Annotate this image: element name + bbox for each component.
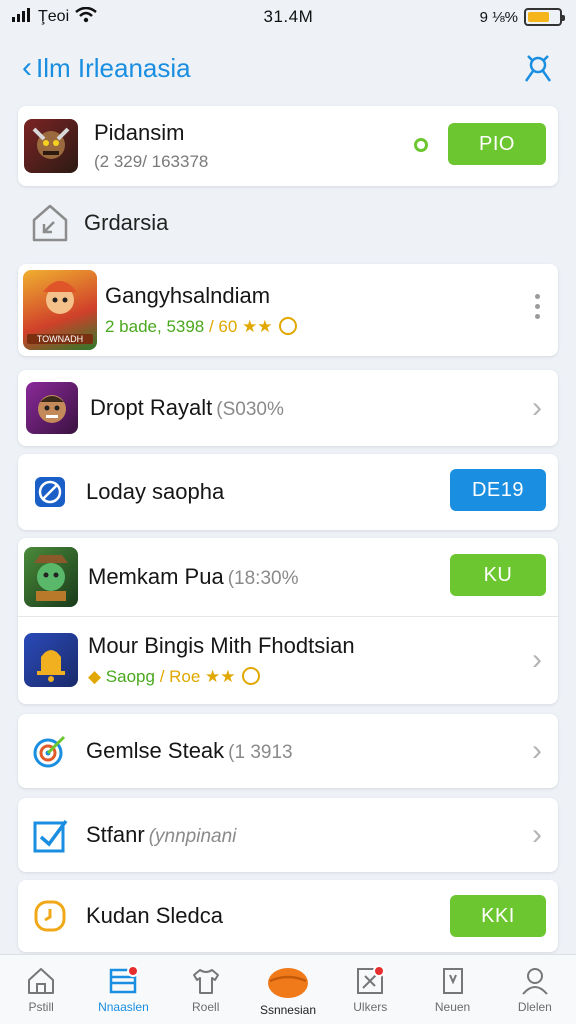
featured-card[interactable]: TOWNADH Gangyhsalndiam 2 bade, 5398 / 60… [18, 264, 558, 356]
list-item-title: Mour Bingis Mith Fhodtsian [88, 633, 355, 658]
top-card-subtitle: (2 329/ 163378 [94, 152, 209, 171]
list-item-button[interactable]: KKI [450, 895, 546, 937]
tab-label: Ulkers [353, 999, 388, 1014]
chevron-right-icon: › [532, 734, 542, 767]
home-icon [28, 967, 55, 994]
list-item[interactable]: Stfanr (ynnpinani › [18, 798, 558, 872]
target-icon [30, 731, 70, 771]
tab-profile[interactable]: Dlelen [494, 955, 576, 1024]
book-icon [442, 967, 463, 994]
status-right: 9 ⅛% [479, 8, 565, 26]
user-icon [522, 967, 548, 995]
coin-icon [279, 317, 298, 335]
top-card-title: Pidansim [94, 120, 185, 145]
list-item-meta: (1 3913 [228, 742, 293, 763]
status-bar: Ţeoi 31.4M 9 ⅛% [0, 0, 576, 34]
carrier-name: Ţeoi [38, 8, 70, 25]
list-item[interactable]: Loday saopha DE19 [18, 454, 558, 530]
featured-title: Gangyhsalndiam [105, 283, 271, 308]
featured-banner-text: TOWNADH [27, 334, 93, 344]
chevron-right-icon: › [532, 818, 542, 851]
top-card[interactable]: Pidansim (2 329/ 163378 PIO [18, 106, 558, 186]
list-item-button[interactable]: DE19 [450, 469, 546, 511]
tab-bar: Pstill Nnaaslen Roell Ssnnesian Ulkers N… [0, 954, 576, 1024]
section-title: Grdarsia [84, 210, 169, 235]
nav-title: Ilm Irleanasia [36, 52, 191, 83]
home-icon [32, 204, 68, 242]
list-item[interactable]: Kudan Sledca KKI [18, 880, 558, 952]
battery-percent: 9 ⅛% [479, 8, 518, 26]
app-icon-hero: TOWNADH [23, 270, 97, 350]
clock-icon [30, 896, 70, 936]
app-icon-bell [24, 633, 78, 687]
list-item-title: Dropt Rayalt [90, 395, 213, 420]
tab-label: Neuen [434, 999, 471, 1014]
list-item-meta: (S030% [216, 399, 284, 420]
section-header: Grdarsia [30, 202, 168, 244]
list-item-title: Gemlse Steak [86, 738, 225, 763]
featured-meta-rating: / 60 ★★ [204, 317, 273, 336]
chevron-right-icon: › [532, 391, 542, 424]
list-item-meta: ◆ Saopg / Roe ★★ [88, 667, 355, 687]
more-vertical-icon[interactable] [535, 294, 540, 319]
battery-icon [523, 8, 565, 26]
list-item-title: Loday saopha [86, 479, 225, 504]
list-item-button[interactable]: KU [450, 554, 546, 596]
wifi-icon [75, 6, 97, 28]
coin-icon [242, 667, 261, 685]
list-item-meta: (18:30% [227, 568, 299, 589]
tab-label: Pstill [28, 999, 54, 1014]
person-icon [524, 55, 552, 82]
tab-label: Nnaaslen [98, 999, 149, 1014]
list-item-meta-green: Saopg [105, 667, 155, 686]
top-card-button[interactable]: PIO [448, 123, 546, 165]
tab-label: Ssnnesian [259, 1002, 316, 1017]
list-item-title: Stfanr [86, 822, 145, 847]
orange-ball-icon [267, 967, 308, 998]
tab-label: Dlelen [517, 999, 552, 1014]
tab-center[interactable]: Ssnnesian [247, 955, 329, 1024]
list-item-title: Kudan Sledca [86, 903, 223, 928]
list-item[interactable]: Dropt Rayalt (S030% › [18, 370, 558, 446]
status-left: Ţeoi [12, 6, 97, 28]
tab-book[interactable]: Neuen [411, 955, 493, 1024]
list-item[interactable]: Mour Bingis Mith Fhodtsian ◆ Saopg / Roe… [18, 616, 558, 704]
nav-bar: ‹ Ilm Irleanasia [0, 40, 576, 96]
tab-label: Roell [192, 999, 220, 1014]
status-dot-icon [414, 138, 428, 152]
list-item[interactable]: Memkam Pua (18:30% KU [18, 538, 558, 616]
tab-shirt[interactable]: Roell [165, 955, 247, 1024]
chevron-right-icon: › [532, 643, 542, 676]
featured-meta: 2 bade, 5398 / 60 ★★ [105, 317, 298, 337]
list-item-meta-rating: / Roe ★★ [154, 667, 236, 686]
signal-icon [12, 7, 32, 27]
list-item-title: Memkam Pua [88, 564, 224, 589]
chevron-left-icon: ‹ [22, 51, 32, 84]
featured-meta-green: 2 bade, 5398 [105, 317, 205, 336]
profile-button[interactable] [522, 52, 554, 84]
list-item-meta: (ynnpinani [148, 826, 237, 847]
app-icon-character [26, 382, 78, 434]
back-button[interactable]: ‹ Ilm Irleanasia [22, 53, 191, 84]
tab-home[interactable]: Pstill [0, 955, 82, 1024]
app-icon-goblin [24, 547, 78, 607]
grouped-card: Memkam Pua (18:30% KU Mour Bingis Mith Fh… [18, 538, 558, 704]
app-icon-warrior [24, 119, 78, 173]
compass-icon [30, 472, 70, 512]
shirt-icon [192, 968, 219, 994]
notification-badge [126, 965, 139, 977]
list-item[interactable]: Gemlse Steak (1 3913 › [18, 714, 558, 788]
status-time: 31.4M [263, 7, 314, 26]
tab-tools[interactable]: Ulkers [329, 955, 411, 1024]
tab-list[interactable]: Nnaaslen [82, 955, 164, 1024]
checkbox-icon [30, 815, 70, 855]
tag-icon: ◆ [88, 667, 106, 686]
